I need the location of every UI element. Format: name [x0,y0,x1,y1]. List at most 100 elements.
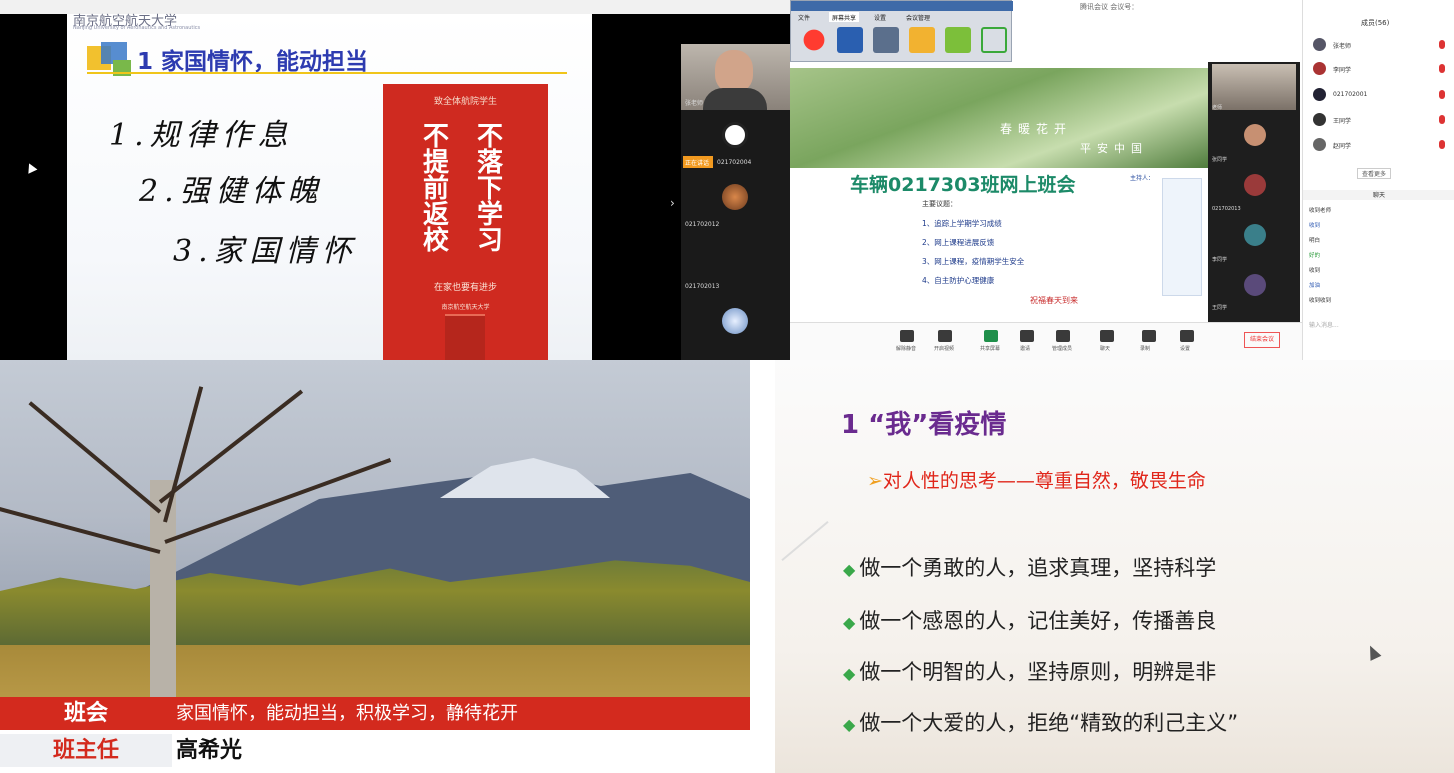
muted-mic-icon[interactable] [1439,40,1445,49]
handwritten-point-3: 3.家国情怀 [173,234,358,269]
toolbar-tab[interactable]: 设置 [871,12,889,22]
microphone-icon[interactable] [981,27,1007,53]
list-item-text: 做一个明智的人，坚持原则，明辨是非 [859,660,1217,684]
avatar [1313,38,1326,51]
member-row[interactable]: 021702001 [1309,86,1449,104]
members-and-chat-panel: 成员(56) 张老师 李同学 021702001 王同学 赵同学 查看更多 聊天… [1302,0,1454,360]
member-name: 张老师 [1333,43,1352,50]
control-label: 录制 [1140,346,1151,352]
decorative-line [781,520,829,562]
member-name: 王同学 [1333,118,1352,125]
slide-subtitle: ➢对人性的思考——尊重自然，敬畏生命 [867,466,1206,493]
list-item: ◆ 做一个勇敢的人，追求真理，坚持科学 [843,552,1216,582]
muted-mic-icon[interactable] [1439,140,1445,149]
record-icon[interactable] [801,27,827,53]
tree-trunk [150,480,176,700]
toolbar-tab[interactable]: 会议管理 [903,12,933,22]
toolbar-tab[interactable]: 屏幕共享 [829,12,860,22]
end-meeting-button[interactable]: 结束会议 [1244,332,1280,348]
chat-message: 好的 [1309,253,1321,259]
subtitle-text: 对人性的思考——尊重自然，敬畏生命 [882,470,1206,492]
chat-message: 明白 [1309,238,1321,244]
toolbar-tab[interactable]: 文件 [795,12,813,22]
poster-column-1: 不提前返校 [422,122,449,256]
chat-message: 收到老师 [1309,208,1332,214]
chat-header: 聊天 [1303,190,1454,200]
video-label: 021702013 [1212,206,1241,212]
list-item: ◆ 做一个感恩的人，记住美好，传播善良 [843,605,1216,635]
quadrant-landscape-photo: 班会 家国情怀，能动担当，积极学习，静待花开 班主任 高希光 [0,360,750,773]
video-camera-icon[interactable] [938,330,952,342]
member-row[interactable]: 张老师 [1309,36,1449,54]
diamond-bullet-icon: ◆ [843,560,856,579]
screen-icon[interactable] [837,27,863,53]
members-icon[interactable] [1056,330,1070,342]
share-screen-icon[interactable] [984,330,998,342]
red-poster-image: 致全体航院学生 不提前返校 不落下学习 在家也要有进步 南京航空航天大学 [383,84,548,360]
avatar[interactable] [1244,224,1266,246]
agenda-item: 4、自主防护心理健康 [922,276,995,285]
chat-message: 加油 [1309,283,1321,289]
caption-key: 班会 [63,701,108,726]
avatar[interactable] [722,122,748,148]
arrow-bullet-icon: ➢ [867,470,883,492]
meeting-control-bar [790,322,1302,360]
record-icon[interactable] [1142,330,1156,342]
control-label: 聊天 [1100,346,1111,352]
meeting-slide-title: 车辆0217303班网上班会 [850,174,1076,196]
host-label: 主持人： [1130,175,1155,182]
title-underline [87,72,567,74]
control-label: 管理成员 [1052,346,1073,352]
muted-mic-icon[interactable] [1439,115,1445,124]
quadrant-meeting-app: 腾讯会议 会议号： 春暖花开 平安中国 车辆0217303班网上班会 主持人： … [790,0,1454,360]
add-file-icon[interactable] [945,27,971,53]
toolbar-titlebar [791,1,1013,11]
list-item-text: 做一个大爱的人，拒绝“精致的利己主义” [859,711,1239,735]
participant-video-panel: 张老师 正在讲话 021702004 021702012 021702013 [681,44,790,360]
camera-icon[interactable] [873,27,899,53]
microphone-icon[interactable] [900,330,914,342]
participant-name: 021702013 [685,283,720,290]
chat-input[interactable]: 输入消息... [1309,320,1339,329]
teacher-video-tile[interactable] [1212,64,1296,110]
invite-icon[interactable] [1020,330,1034,342]
muted-mic-icon[interactable] [1439,64,1445,73]
member-name: 李同学 [1333,67,1352,74]
video-label: 张同学 [1212,157,1228,163]
avatar[interactable] [722,184,748,210]
agenda-title: 主要议题： [922,200,957,208]
avatar [1313,62,1326,75]
muted-mic-icon[interactable] [1439,90,1445,99]
participant-name: 021702012 [685,221,720,228]
slide-side-list [1162,178,1202,296]
avatar[interactable] [1244,174,1266,196]
list-item: ◆ 做一个大爱的人，拒绝“精致的利己主义” [843,707,1238,737]
caption-value: 家国情怀，能动担当，积极学习，静待花开 [176,703,518,724]
settings-icon[interactable] [1180,330,1194,342]
avatar[interactable] [1244,124,1266,146]
list-item-text: 做一个勇敢的人，追求真理，坚持科学 [859,556,1217,580]
member-row[interactable]: 王同学 [1309,111,1449,129]
avatar[interactable] [1244,274,1266,296]
recording-toolbar: 文件 屏幕共享 设置 会议管理 [790,0,1013,62]
control-label: 邀请 [1020,346,1031,352]
poster-column-2: 不落下学习 [476,122,503,256]
university-name-en: Nanjing University of Aeronautics and As… [73,25,201,31]
folder-icon[interactable] [909,27,935,53]
chevron-right-icon[interactable]: › [670,196,675,210]
video-label: 老师 [1212,105,1223,111]
participant-name: 021702004 [717,159,752,166]
diamond-bullet-icon: ◆ [843,613,856,632]
video-strip: 老师 张同学 021702013 李同学 王同学 [1208,62,1300,322]
chat-icon[interactable] [1100,330,1114,342]
grass-field [0,645,750,705]
member-row[interactable]: 李同学 [1309,60,1449,78]
decorative-squares-icon [87,42,135,82]
member-row[interactable]: 赵同学 [1309,136,1449,154]
caption-bar-teacher: 班主任 高希光 [0,730,750,773]
view-more-button[interactable]: 查看更多 [1357,168,1391,179]
avatar[interactable] [722,308,748,334]
chat-message: 收到收到 [1309,298,1332,304]
speaking-tag: 正在讲话 [683,156,713,168]
video-label: 李同学 [1212,257,1228,263]
